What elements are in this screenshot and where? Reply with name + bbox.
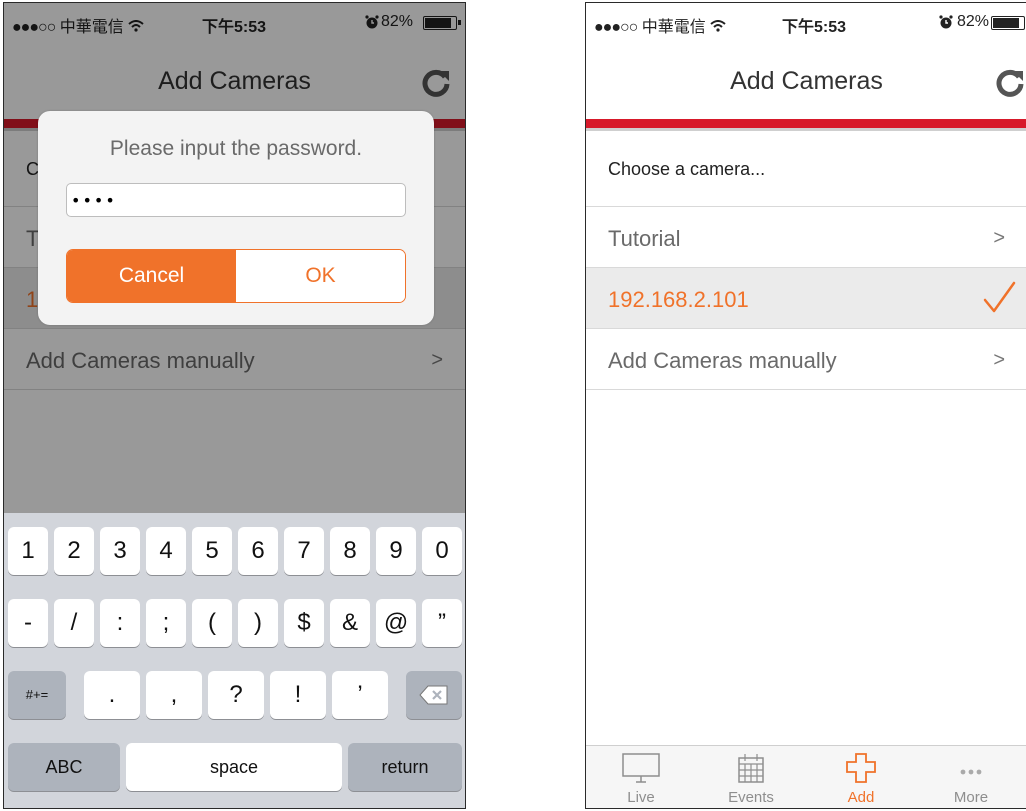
left-screen: ●●●○○ 中華電信 下午5:53 82% Add Cameras C T 1 … xyxy=(3,2,466,809)
checkmark-icon xyxy=(981,280,1017,321)
key-6[interactable]: 6 xyxy=(238,527,278,575)
add-cameras-manually-row[interactable]: Add Cameras manually > xyxy=(586,329,1026,390)
status-time: 下午5:53 xyxy=(782,19,847,36)
nav-bar: Add Cameras xyxy=(586,43,1026,119)
key-abc[interactable]: ABC xyxy=(8,743,120,791)
key-1[interactable]: 1 xyxy=(8,527,48,575)
chevron-right-icon: > xyxy=(993,349,1005,371)
signal-dots-icon: ●●●○○ xyxy=(594,19,638,36)
password-field[interactable] xyxy=(66,183,406,217)
key-open-paren[interactable]: ( xyxy=(192,599,232,647)
tab-live[interactable]: Live xyxy=(586,746,696,808)
key-comma[interactable]: , xyxy=(146,671,202,719)
camera-list: Choose a camera... Tutorial > 192.168.2.… xyxy=(586,131,1026,390)
ok-button[interactable]: OK xyxy=(236,250,405,302)
key-more-symbols[interactable]: #+= xyxy=(8,671,66,719)
carrier-label: ●●●○○ 中華電信 xyxy=(594,13,726,37)
backspace-icon xyxy=(419,685,448,705)
accent-divider xyxy=(586,119,1026,131)
key-at[interactable]: @ xyxy=(376,599,416,647)
dialog-message: Please input the password. xyxy=(109,137,363,160)
return-key[interactable]: return xyxy=(348,743,462,791)
monitor-icon xyxy=(622,753,660,783)
key-ampersand[interactable]: & xyxy=(330,599,370,647)
tab-events[interactable]: Events xyxy=(696,746,806,808)
calendar-icon xyxy=(738,754,764,783)
backspace-key[interactable] xyxy=(406,671,462,719)
key-period[interactable]: . xyxy=(84,671,140,719)
space-key[interactable]: space xyxy=(126,743,342,791)
key-dollar[interactable]: $ xyxy=(284,599,324,647)
cancel-button[interactable]: Cancel xyxy=(67,250,236,302)
carrier-name: 中華電信 xyxy=(641,19,706,36)
key-9[interactable]: 9 xyxy=(376,527,416,575)
key-slash[interactable]: / xyxy=(54,599,94,647)
password-dialog: Please input the password. Cancel OK xyxy=(38,111,434,325)
refresh-icon[interactable] xyxy=(995,67,1025,102)
tab-bar: Live Events Add More xyxy=(586,745,1026,808)
list-header: Choose a camera... xyxy=(586,131,1026,207)
key-exclamation[interactable]: ! xyxy=(270,671,326,719)
alarm-icon xyxy=(939,15,953,34)
chevron-right-icon: > xyxy=(993,227,1005,249)
keyboard: 1 2 3 4 5 6 7 8 9 0 - / : ; ( ) $ & @ ” … xyxy=(4,513,465,808)
page-title: Add Cameras xyxy=(730,67,883,95)
key-colon[interactable]: : xyxy=(100,599,140,647)
key-2[interactable]: 2 xyxy=(54,527,94,575)
battery-icon xyxy=(991,16,1025,30)
battery-percent: 82% xyxy=(956,13,989,30)
key-4[interactable]: 4 xyxy=(146,527,186,575)
camera-row-selected[interactable]: 192.168.2.101 xyxy=(586,268,1026,329)
right-screen: ●●●○○ 中華電信 下午5:53 82% Add Cameras Choose… xyxy=(585,2,1026,809)
status-bar: ●●●○○ 中華電信 下午5:53 82% xyxy=(586,3,1026,43)
key-apostrophe[interactable]: ’ xyxy=(332,671,388,719)
key-0[interactable]: 0 xyxy=(422,527,462,575)
key-close-paren[interactable]: ) xyxy=(238,599,278,647)
plus-icon xyxy=(846,753,876,783)
key-question[interactable]: ? xyxy=(208,671,264,719)
key-semicolon[interactable]: ; xyxy=(146,599,186,647)
tutorial-row[interactable]: Tutorial > xyxy=(586,207,1026,268)
key-8[interactable]: 8 xyxy=(330,527,370,575)
key-7[interactable]: 7 xyxy=(284,527,324,575)
key-3[interactable]: 3 xyxy=(100,527,140,575)
tab-add[interactable]: Add xyxy=(806,746,916,808)
dialog-buttons: Cancel OK xyxy=(66,249,406,303)
more-dots-icon xyxy=(960,769,982,775)
key-quote[interactable]: ” xyxy=(422,599,462,647)
key-5[interactable]: 5 xyxy=(192,527,232,575)
wifi-icon xyxy=(710,19,726,36)
key-dash[interactable]: - xyxy=(8,599,48,647)
tab-more[interactable]: More xyxy=(916,746,1026,808)
